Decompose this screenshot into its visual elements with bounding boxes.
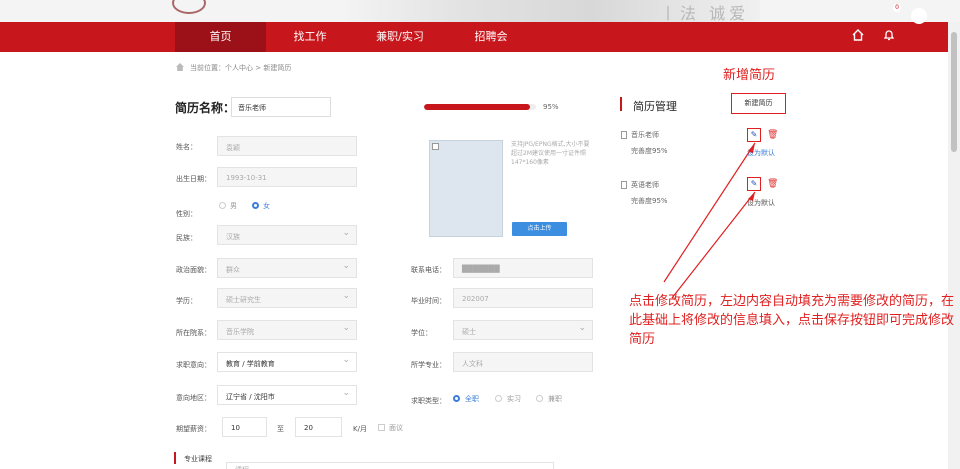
job-type-label: 求职类型： (411, 397, 446, 405)
politics-label: 政治面貌： (176, 266, 211, 274)
delete-icon[interactable]: 🗑 (767, 180, 778, 189)
salary-min-field[interactable]: 10 (222, 417, 267, 437)
top-banner: 丨法 诚爱 (0, 0, 960, 22)
set-default-link[interactable]: 设为默认 (747, 148, 775, 158)
nav-item-home[interactable]: 首页 (175, 22, 266, 52)
completion-percent: 95% (543, 103, 559, 111)
department-select[interactable]: 音乐学院 (217, 320, 357, 340)
user-avatar[interactable] (911, 8, 927, 24)
job-type-part-radio[interactable] (536, 395, 543, 402)
edit-resume-button[interactable]: ✎ (747, 128, 761, 142)
main-navbar: 首页 找工作 兼职/实习 招聘会 (0, 22, 948, 52)
upload-photo-button[interactable]: 点击上传 (512, 222, 567, 236)
edit-resume-button[interactable]: ✎ (747, 177, 761, 191)
course-section-marker (174, 452, 176, 464)
job-type-part-text: 兼职 (548, 395, 562, 403)
resume-item-completion: 完善度95% (631, 147, 668, 155)
name-field[interactable]: 袁颖 (217, 136, 357, 156)
completion-progress-bar (424, 104, 536, 110)
breadcrumb-text: 当前位置：个人中心 > 新建简历 (190, 64, 292, 72)
salary-to-text: 至 (277, 425, 284, 433)
annotation-arrow-line (671, 191, 756, 299)
breadcrumb: 当前位置：个人中心 > 新建简历 (176, 63, 291, 73)
degree-select[interactable]: 硕士 (453, 320, 593, 340)
salary-unit: K/月 (353, 425, 367, 433)
photo-preview (429, 140, 503, 237)
salary-label: 期望薪资： (176, 425, 211, 433)
education-label: 学历： (176, 297, 197, 305)
region-label: 意向地区： (176, 394, 211, 402)
annotation-edit-hint: 点击修改简历，左边内容自动填充为需要修改的简历，在此基础上将修改的信息填入，点击… (629, 294, 955, 347)
resume-item-name[interactable]: 音乐老师 (631, 130, 659, 140)
graduation-field[interactable]: 202007 (453, 288, 593, 308)
ethnic-label: 民族： (176, 234, 197, 242)
nav-item-parttime[interactable]: 兼职/实习 (354, 22, 446, 52)
major-label: 所学专业： (411, 361, 446, 369)
phone-label: 联系电话： (411, 266, 446, 274)
home-icon (176, 63, 184, 71)
scrollbar-thumb[interactable] (951, 32, 957, 152)
gender-label: 性别： (176, 210, 197, 218)
job-type-full-radio[interactable] (453, 395, 460, 402)
job-type-intern-radio[interactable] (495, 395, 502, 402)
resume-item-completion: 完善度95% (631, 197, 668, 205)
gender-female-text: 女 (263, 202, 270, 210)
home-icon[interactable] (849, 28, 867, 46)
annotation-new-resume: 新增简历 (723, 68, 776, 83)
progress-fill (424, 104, 531, 110)
job-intent-select[interactable]: 教育 / 学前教育 (217, 352, 357, 372)
nav-item-jobs[interactable]: 找工作 (266, 22, 354, 52)
name-label: 姓名： (176, 143, 197, 151)
notification-badge: 0 (893, 4, 901, 12)
new-resume-button[interactable]: 新建简历 (731, 93, 786, 114)
delete-icon[interactable]: 🗑 (767, 131, 778, 140)
course-field[interactable]: 课程 (226, 462, 554, 469)
nav-item-jobfair[interactable]: 招聘会 (446, 22, 536, 52)
phone-field[interactable]: ███████ (453, 258, 593, 278)
annotation-arrow-line (663, 142, 756, 283)
broken-image-icon (432, 143, 439, 150)
photo-upload-note: 支持JPG/EPNG格式,大小不要超过2M建议使用一寸证件照147*160像素 (511, 141, 590, 166)
page: 丨法 诚爱 首页 找工作 兼职/实习 招聘会 0 当前位置：个人中心 > 新建简… (0, 0, 960, 469)
gender-male-radio[interactable] (219, 202, 226, 209)
education-select[interactable]: 硕士研究生 (217, 288, 357, 308)
job-type-full-text: 全职 (465, 395, 479, 403)
resume-item-name[interactable]: 英语老师 (631, 180, 659, 190)
region-select[interactable]: 辽宁省 / 沈阳市 (217, 385, 357, 405)
resume-name-label: 简历名称： (175, 101, 236, 115)
resume-name-input[interactable]: 音乐老师 (231, 97, 331, 117)
document-icon (621, 131, 627, 139)
gender-male-text: 男 (230, 202, 237, 210)
set-default-link[interactable]: 设为默认 (747, 198, 775, 208)
salary-max-field[interactable]: 20 (295, 417, 342, 437)
ethnic-select[interactable]: 汉族 (217, 225, 357, 245)
resume-management-title: 简历管理 (633, 100, 677, 113)
negotiable-checkbox[interactable] (378, 424, 385, 431)
graduation-label: 毕业时间： (411, 297, 446, 305)
department-label: 所在院系： (176, 329, 211, 337)
resume-management-marker (620, 97, 622, 111)
birth-label: 出生日期： (176, 175, 211, 183)
job-intent-label: 求职意向： (176, 361, 211, 369)
negotiable-text: 面议 (389, 424, 403, 432)
document-icon (621, 181, 627, 189)
job-type-intern-text: 实习 (507, 395, 521, 403)
politics-select[interactable]: 群众 (217, 258, 357, 278)
bell-icon[interactable] (880, 28, 898, 46)
banner-motto: 丨法 诚爱 (660, 4, 750, 22)
major-field[interactable]: 人文科 (453, 352, 593, 372)
gender-female-radio[interactable] (252, 202, 259, 209)
degree-label: 学位： (411, 329, 432, 337)
page-scrollbar[interactable] (948, 22, 960, 469)
birth-date-field[interactable]: 1993-10-31 (217, 167, 357, 187)
school-logo (172, 0, 206, 14)
course-section-title: 专业课程 (184, 455, 212, 463)
